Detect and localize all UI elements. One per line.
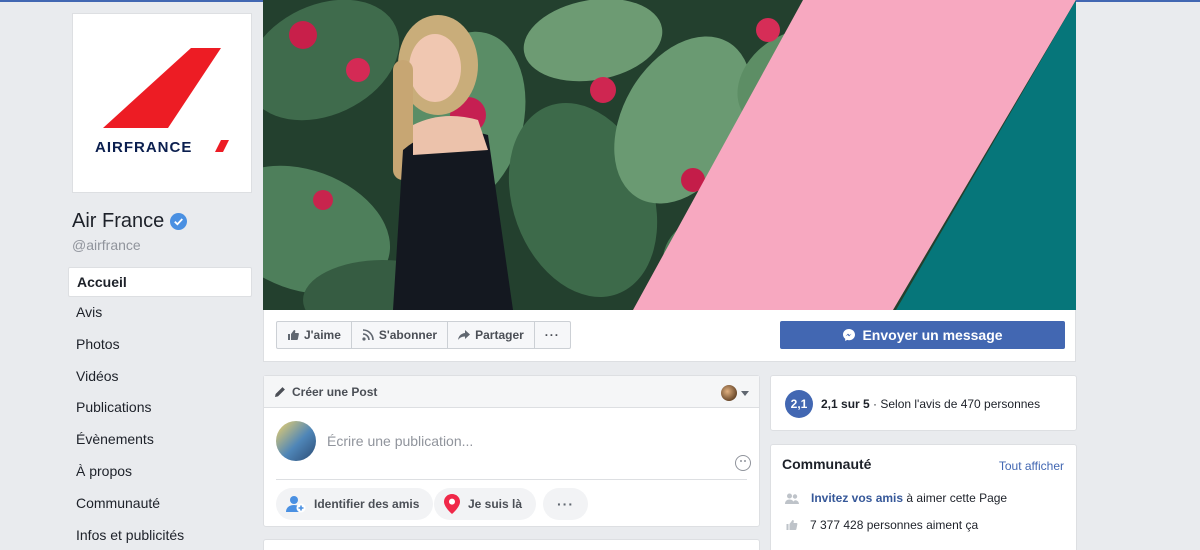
pencil-icon	[275, 386, 285, 397]
page-profile-picture[interactable]: AIRFRANCE	[72, 13, 252, 193]
community-card: Communauté Tout afficher Invitez vos ami…	[770, 444, 1077, 550]
share-button[interactable]: Partager	[448, 322, 535, 348]
tag-friends-label: Identifier des amis	[314, 497, 420, 511]
emoji-icon[interactable]	[735, 455, 751, 471]
page-name-text[interactable]: Air France	[72, 210, 164, 233]
verified-badge-icon	[170, 213, 188, 230]
location-pin-icon	[444, 494, 460, 514]
composer-avatar	[276, 421, 316, 461]
share-arrow-icon	[458, 330, 471, 340]
nav-item-videos[interactable]: Vidéos	[68, 361, 252, 393]
cover-image	[263, 0, 1076, 310]
follow-button-label: S'abonner	[378, 328, 438, 342]
composer-divider	[276, 479, 747, 480]
likes-count-text: 7 377 428 personnes aiment ça	[810, 518, 979, 532]
nav-item-infos-publicites[interactable]: Infos et publicités	[68, 520, 252, 550]
likes-count-row: 7 377 428 personnes aiment ça	[785, 518, 978, 532]
nav-item-evenements[interactable]: Évènements	[68, 424, 252, 456]
more-actions-button[interactable]: ···	[535, 322, 570, 348]
composer-header: Créer une Post	[264, 376, 759, 408]
rating-card: 2,1 2,1 sur 5 · Selon l'avis de 470 pers…	[770, 375, 1077, 431]
post-as-avatar	[721, 385, 737, 401]
cover-photo[interactable]	[263, 0, 1076, 310]
tag-friends-icon	[286, 496, 306, 513]
invite-friends-text: à aimer cette Page	[903, 491, 1008, 505]
thumbs-up-icon	[288, 330, 299, 340]
share-button-label: Partager	[475, 328, 524, 342]
messenger-icon	[843, 329, 856, 341]
page-action-bar: J'aime S'abonner Partager ··· Envoyer un…	[263, 310, 1076, 362]
nav-item-avis[interactable]: Avis	[68, 297, 252, 329]
like-button-label: J'aime	[304, 328, 341, 342]
send-message-button[interactable]: Envoyer un message	[780, 321, 1065, 349]
like-button[interactable]: J'aime	[277, 322, 352, 348]
rating-score-text: 2,1 sur 5	[821, 397, 870, 411]
composer-more-button[interactable]: ···	[543, 488, 588, 520]
airfrance-logo: AIRFRANCE	[95, 48, 229, 156]
chevron-down-icon	[741, 390, 749, 396]
rating-score-badge: 2,1	[785, 390, 813, 418]
invite-friends-row: Invitez vos amis à aimer cette Page	[785, 491, 1007, 505]
community-title: Communauté	[782, 456, 872, 472]
post-as-selector[interactable]	[721, 385, 749, 401]
see-all-link[interactable]: Tout afficher	[999, 459, 1064, 473]
invite-friends-link[interactable]: Invitez vos amis	[811, 491, 903, 505]
more-actions-label: ···	[544, 328, 560, 342]
svg-text:AIRFRANCE: AIRFRANCE	[95, 139, 192, 156]
rating-detail: · Selon l'avis de 470 personnes	[869, 397, 1041, 411]
send-message-label: Envoyer un message	[862, 327, 1003, 343]
nav-item-publications[interactable]: Publications	[68, 392, 252, 424]
page-handle[interactable]: @airfrance	[72, 237, 141, 253]
tag-friends-button[interactable]: Identifier des amis	[276, 488, 434, 520]
page-actions-group: J'aime S'abonner Partager ···	[276, 321, 571, 349]
post-composer: Créer une Post Écrire une publication...…	[263, 375, 760, 527]
nav-item-photos[interactable]: Photos	[68, 329, 252, 361]
nav-item-accueil[interactable]: Accueil	[68, 267, 252, 297]
nav-item-a-propos[interactable]: À propos	[68, 456, 252, 488]
composer-input[interactable]: Écrire une publication...	[327, 433, 473, 449]
page-nav: Accueil Avis Photos Vidéos Publications …	[68, 267, 252, 550]
rating-summary[interactable]: 2,1 sur 5 · Selon l'avis de 470 personne…	[821, 397, 1040, 411]
follow-button[interactable]: S'abonner	[352, 322, 449, 348]
thumbs-up-icon	[786, 520, 798, 530]
checkin-button[interactable]: Je suis là	[434, 488, 537, 520]
page-title[interactable]: Air France	[72, 210, 188, 233]
nav-item-communaute[interactable]: Communauté	[68, 488, 252, 520]
friends-icon	[785, 493, 799, 504]
composer-more-label: ···	[557, 496, 574, 512]
composer-title[interactable]: Créer une Post	[292, 385, 377, 399]
checkin-label: Je suis là	[468, 497, 523, 511]
feed-post-card	[263, 539, 760, 550]
rss-icon	[362, 329, 374, 341]
